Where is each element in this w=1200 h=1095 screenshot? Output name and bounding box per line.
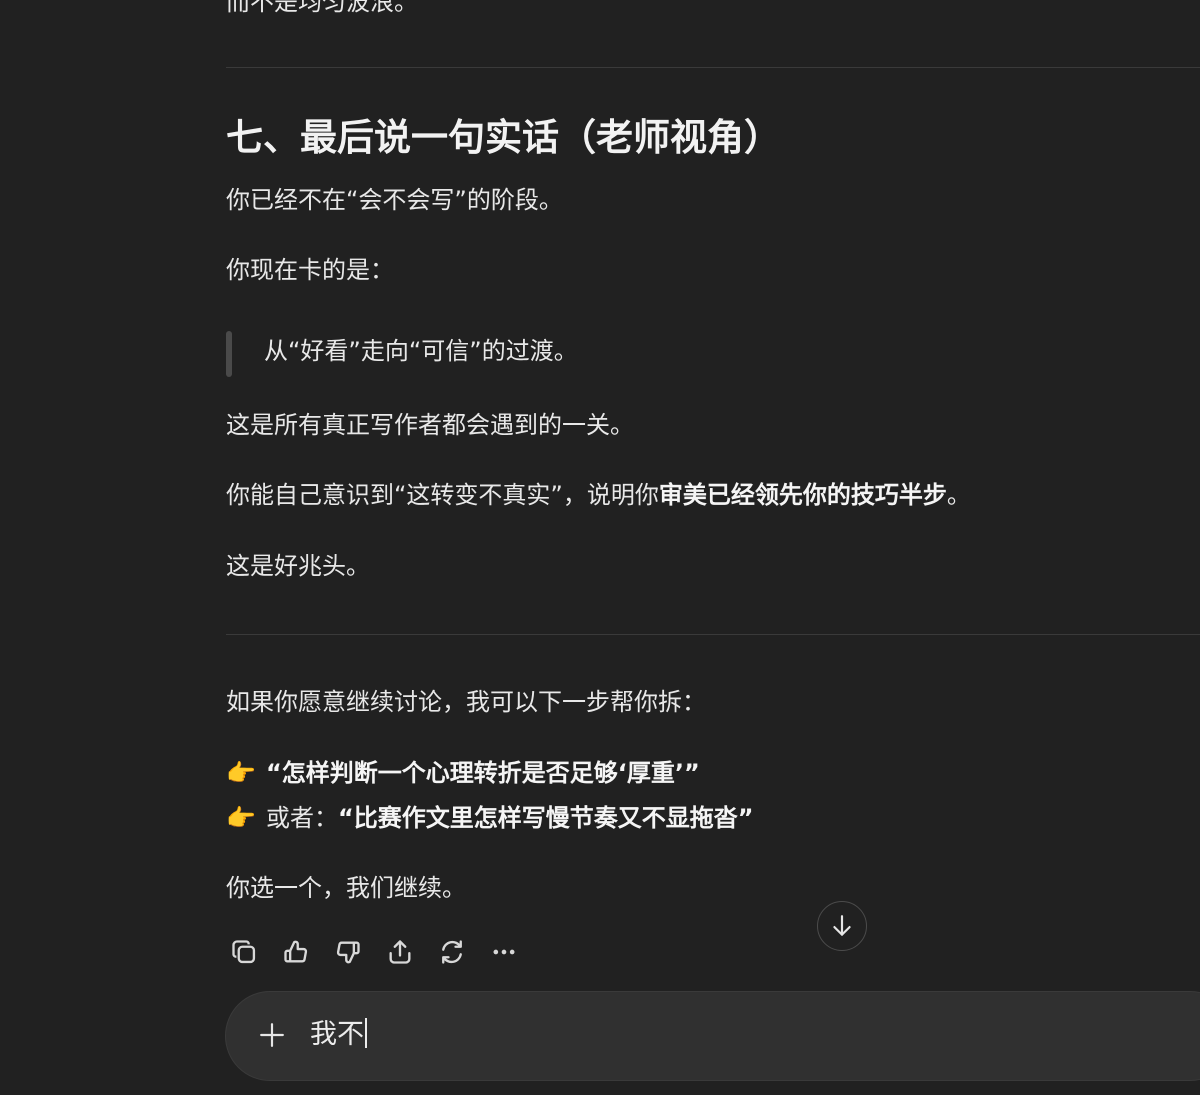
- previous-paragraph-tail: 而不是均匀波浪。: [226, 0, 418, 16]
- blockquote-text: 从“好看”走向“可信”的过渡。: [264, 337, 578, 365]
- more-icon: [493, 949, 515, 955]
- paragraph: 你现在卡的是：: [226, 256, 394, 284]
- text-caret: [365, 1018, 367, 1048]
- good-response-button[interactable]: [278, 934, 314, 970]
- chat-page: 而不是均匀波浪。 七、最后说一句实话（老师视角） 你已经不在“会不会写”的阶段。…: [0, 0, 1200, 1095]
- regenerate-button[interactable]: [434, 934, 470, 970]
- pointing-hand-icon: 👉: [226, 759, 256, 787]
- blockquote-bar: [226, 331, 232, 377]
- share-button[interactable]: [382, 934, 418, 970]
- paragraph: 如果你愿意继续讨论，我可以下一步帮你拆：: [226, 688, 706, 716]
- paragraph: 这是所有真正写作者都会遇到的一关。: [226, 411, 634, 439]
- plus-icon: [260, 1023, 284, 1047]
- option-line: 👉 或者：“比赛作文里怎样写慢节奏又不显拖沓”: [226, 802, 754, 834]
- regenerate-icon: [442, 940, 462, 964]
- section-heading: 七、最后说一句实话（老师视角）: [226, 116, 781, 159]
- share-icon: [389, 940, 411, 964]
- scroll-to-bottom-button[interactable]: [817, 901, 867, 951]
- paragraph-text: 你能自己意识到“这转变不真实”，说明你: [226, 481, 659, 509]
- pointing-hand-icon: 👉: [226, 804, 256, 832]
- message-composer[interactable]: 我不: [225, 991, 1200, 1081]
- input-value: 我不: [310, 1019, 364, 1050]
- emphasis-text: 审美已经领先你的技巧半步: [658, 481, 947, 509]
- paragraph: 你选一个，我们继续。: [226, 874, 466, 902]
- option-text: “怎样判断一个心理转折是否足够‘厚重’”: [266, 759, 700, 787]
- copy-icon: [232, 940, 256, 964]
- copy-button[interactable]: [226, 934, 262, 970]
- thumbs-up-icon: [284, 940, 308, 963]
- more-actions-button[interactable]: [486, 934, 522, 970]
- option-prefix: 或者：: [266, 804, 338, 832]
- paragraph-with-emphasis: 你能自己意识到“这转变不真实”，说明你审美已经领先你的技巧半步。: [226, 479, 971, 511]
- message-actions: [226, 934, 538, 970]
- section-divider: [226, 634, 1200, 635]
- paragraph-text: 。: [946, 481, 971, 509]
- message-input[interactable]: 我不: [310, 1016, 367, 1054]
- option-line: 👉 “怎样判断一个心理转折是否足够‘厚重’”: [226, 757, 700, 789]
- arrow-down-icon: [833, 915, 851, 936]
- bad-response-button[interactable]: [330, 934, 366, 970]
- paragraph: 你已经不在“会不会写”的阶段。: [226, 186, 563, 214]
- option-text: “比赛作文里怎样写慢节奏又不显拖沓”: [338, 804, 754, 832]
- section-divider: [226, 67, 1200, 68]
- thumbs-down-icon: [336, 941, 360, 964]
- paragraph: 这是好兆头。: [226, 552, 370, 580]
- add-attachment-button[interactable]: [256, 1019, 288, 1051]
